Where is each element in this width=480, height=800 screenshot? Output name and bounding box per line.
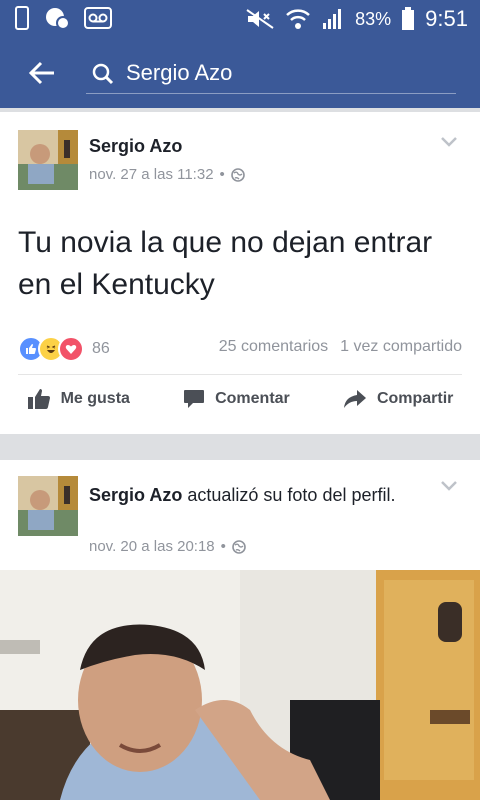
battery-icon	[402, 7, 415, 30]
chevron-down-icon[interactable]	[440, 136, 458, 148]
globe-icon	[231, 167, 245, 182]
phone-outline-icon	[15, 6, 29, 30]
post-meta: nov. 20 a las 20:18 •	[89, 538, 246, 555]
mute-icon	[246, 9, 274, 29]
search-icon	[92, 63, 114, 85]
share-button[interactable]: Compartir	[343, 388, 453, 410]
post-author[interactable]: Sergio Azo	[89, 136, 182, 157]
comment-icon	[184, 390, 205, 408]
avatar[interactable]	[18, 476, 78, 536]
post-card: Sergio Azo nov. 27 a las 11:32 • Tu novi…	[0, 112, 480, 434]
comment-button[interactable]: Comentar	[183, 388, 290, 410]
status-icons-right: 83% 9:51	[245, 6, 468, 32]
profile-photo-post-card: Sergio Azo actualizó su foto del perfil.…	[0, 460, 480, 800]
like-button[interactable]: Me gusta	[27, 388, 130, 410]
meta-separator: •	[220, 538, 226, 555]
post-timestamp[interactable]: nov. 20 a las 20:18	[89, 538, 215, 555]
chat-badge-icon	[46, 8, 70, 30]
avatar[interactable]	[18, 130, 78, 190]
search-header: Sergio Azo	[0, 37, 480, 108]
voicemail-icon	[84, 7, 112, 29]
comment-label: Comentar	[215, 390, 290, 407]
back-arrow-icon[interactable]	[28, 59, 56, 87]
chevron-down-icon[interactable]	[440, 480, 458, 492]
love-reaction-icon	[58, 336, 84, 362]
post-text: Tu novia la que no dejan entrar en el Ke…	[18, 226, 433, 301]
shares-count[interactable]: 1 vez compartido	[340, 338, 462, 356]
reaction-count: 86	[92, 340, 110, 357]
status-bar: 83% 9:51	[0, 0, 480, 37]
globe-icon	[232, 539, 246, 554]
profile-photo[interactable]	[0, 570, 480, 800]
wifi-icon	[286, 9, 310, 29]
post-action-text: actualizó su foto del perfil.	[187, 485, 396, 505]
meta-separator: •	[219, 166, 225, 183]
post-stats: 25 comentarios 1 vez compartido	[219, 338, 462, 356]
signal-icon	[323, 9, 342, 29]
status-icons-left	[14, 6, 112, 30]
search-query: Sergio Azo	[126, 60, 233, 85]
thumbs-up-icon	[27, 389, 50, 409]
battery-percent: 83%	[355, 8, 392, 29]
share-icon	[343, 390, 366, 408]
search-input[interactable]: Sergio Azo	[86, 53, 456, 94]
clock: 9:51	[425, 6, 468, 31]
post-author[interactable]: Sergio Azo	[89, 485, 182, 505]
post-actions: Me gusta Comentar Compartir	[0, 388, 480, 410]
divider	[18, 374, 462, 375]
comments-count[interactable]: 25 comentarios	[219, 338, 328, 356]
post-meta: nov. 27 a las 11:32 •	[89, 166, 245, 183]
reaction-summary[interactable]: 86	[18, 336, 110, 362]
like-label: Me gusta	[60, 390, 130, 407]
post-timestamp[interactable]: nov. 27 a las 11:32	[89, 166, 214, 183]
share-label: Compartir	[376, 390, 454, 407]
post-headline: Sergio Azo actualizó su foto del perfil.	[89, 482, 409, 508]
